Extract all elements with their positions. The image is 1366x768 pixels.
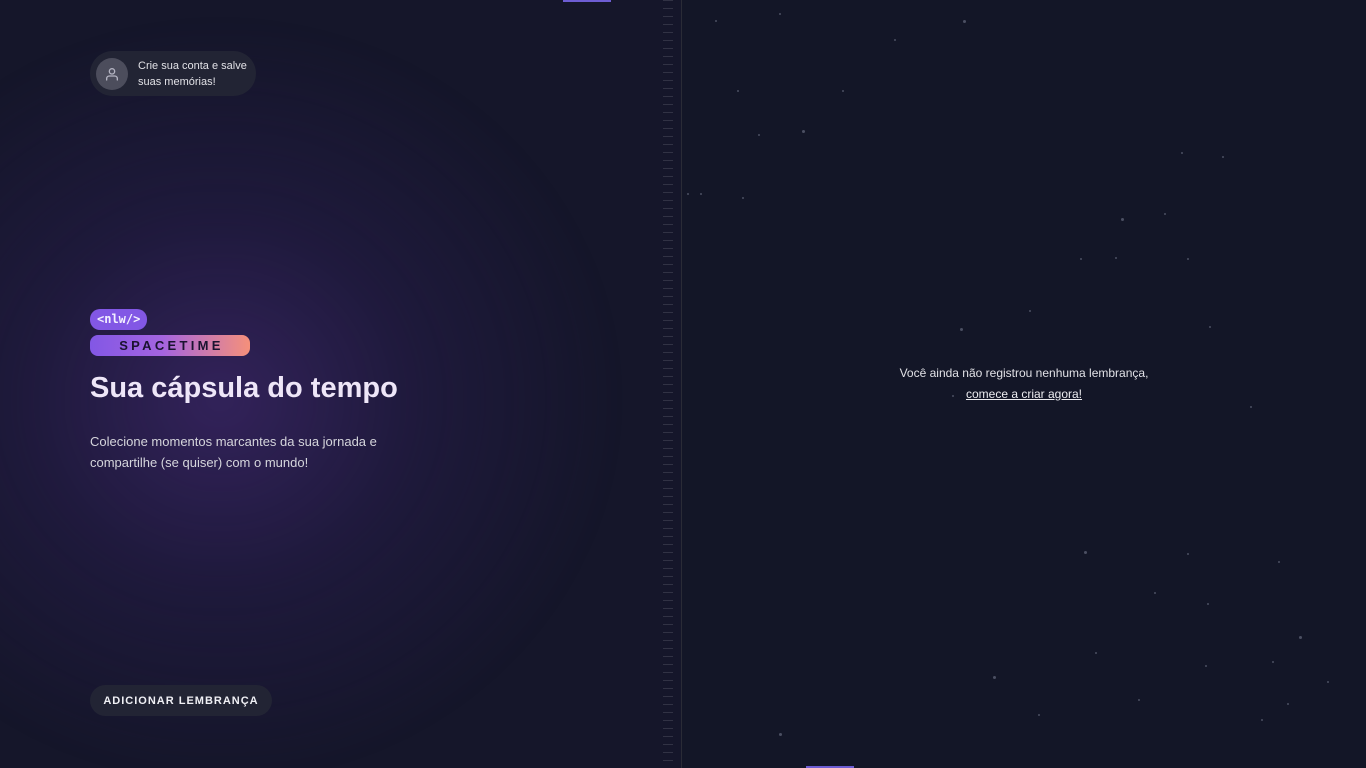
- logo-tag: <nlw/>: [90, 309, 148, 330]
- star: [1038, 714, 1040, 716]
- star: [1115, 257, 1117, 259]
- star: [1084, 551, 1087, 554]
- star: [1250, 406, 1252, 408]
- page-description: Colecione momentos marcantes da sua jorn…: [90, 434, 377, 470]
- decorative-stripes: [663, 0, 673, 768]
- star: [1205, 665, 1207, 667]
- left-panel: Crie sua conta e salve suas memórias! <n…: [0, 0, 682, 768]
- star: [1207, 603, 1209, 605]
- star: [700, 193, 702, 195]
- star: [1187, 258, 1189, 260]
- star: [1222, 156, 1224, 158]
- user-icon: [106, 67, 118, 81]
- star: [758, 134, 760, 136]
- star: [737, 90, 739, 92]
- create-memory-link[interactable]: comece a criar agora!: [966, 387, 1082, 401]
- star: [1181, 152, 1183, 154]
- star: [1029, 310, 1031, 312]
- star: [779, 13, 781, 15]
- star: [1327, 681, 1329, 683]
- app-root: Crie sua conta e salve suas memórias! <n…: [0, 0, 1366, 768]
- star: [1095, 652, 1097, 654]
- star: [1299, 636, 1302, 639]
- add-memory-button[interactable]: ADICIONAR LEMBRANÇA: [90, 685, 272, 716]
- sign-in-text: Crie sua conta e salve suas memórias!: [138, 59, 247, 88]
- avatar: [96, 57, 128, 90]
- star: [1209, 326, 1211, 328]
- star: [1272, 661, 1274, 663]
- star: [1121, 218, 1124, 221]
- star: [1164, 213, 1166, 215]
- logo-wordmark: SPACETIME: [90, 335, 250, 356]
- star: [779, 733, 782, 736]
- star: [963, 20, 966, 23]
- top-accent-line: [563, 0, 611, 2]
- star: [742, 197, 744, 199]
- star: [1278, 561, 1280, 563]
- right-panel: Você ainda não registrou nenhuma lembran…: [682, 0, 1366, 768]
- star: [715, 20, 717, 22]
- empty-state: Você ainda não registrou nenhuma lembran…: [682, 363, 1366, 405]
- star: [1154, 592, 1156, 594]
- star: [1080, 258, 1082, 260]
- star: [894, 39, 896, 41]
- star: [960, 328, 963, 331]
- star: [687, 193, 689, 195]
- star: [1138, 699, 1140, 701]
- star: [993, 676, 996, 679]
- sign-in-link[interactable]: Crie sua conta e salve suas memórias!: [90, 51, 256, 96]
- empty-state-message: Você ainda não registrou nenhuma lembran…: [899, 366, 1149, 380]
- star: [1187, 553, 1189, 555]
- star: [842, 90, 844, 92]
- star: [802, 130, 805, 133]
- page-title: Sua cápsula do tempo: [90, 372, 398, 404]
- star: [1261, 719, 1263, 721]
- star: [1287, 703, 1289, 705]
- nlw-spacetime-logo: <nlw/> SPACETIME: [90, 309, 250, 356]
